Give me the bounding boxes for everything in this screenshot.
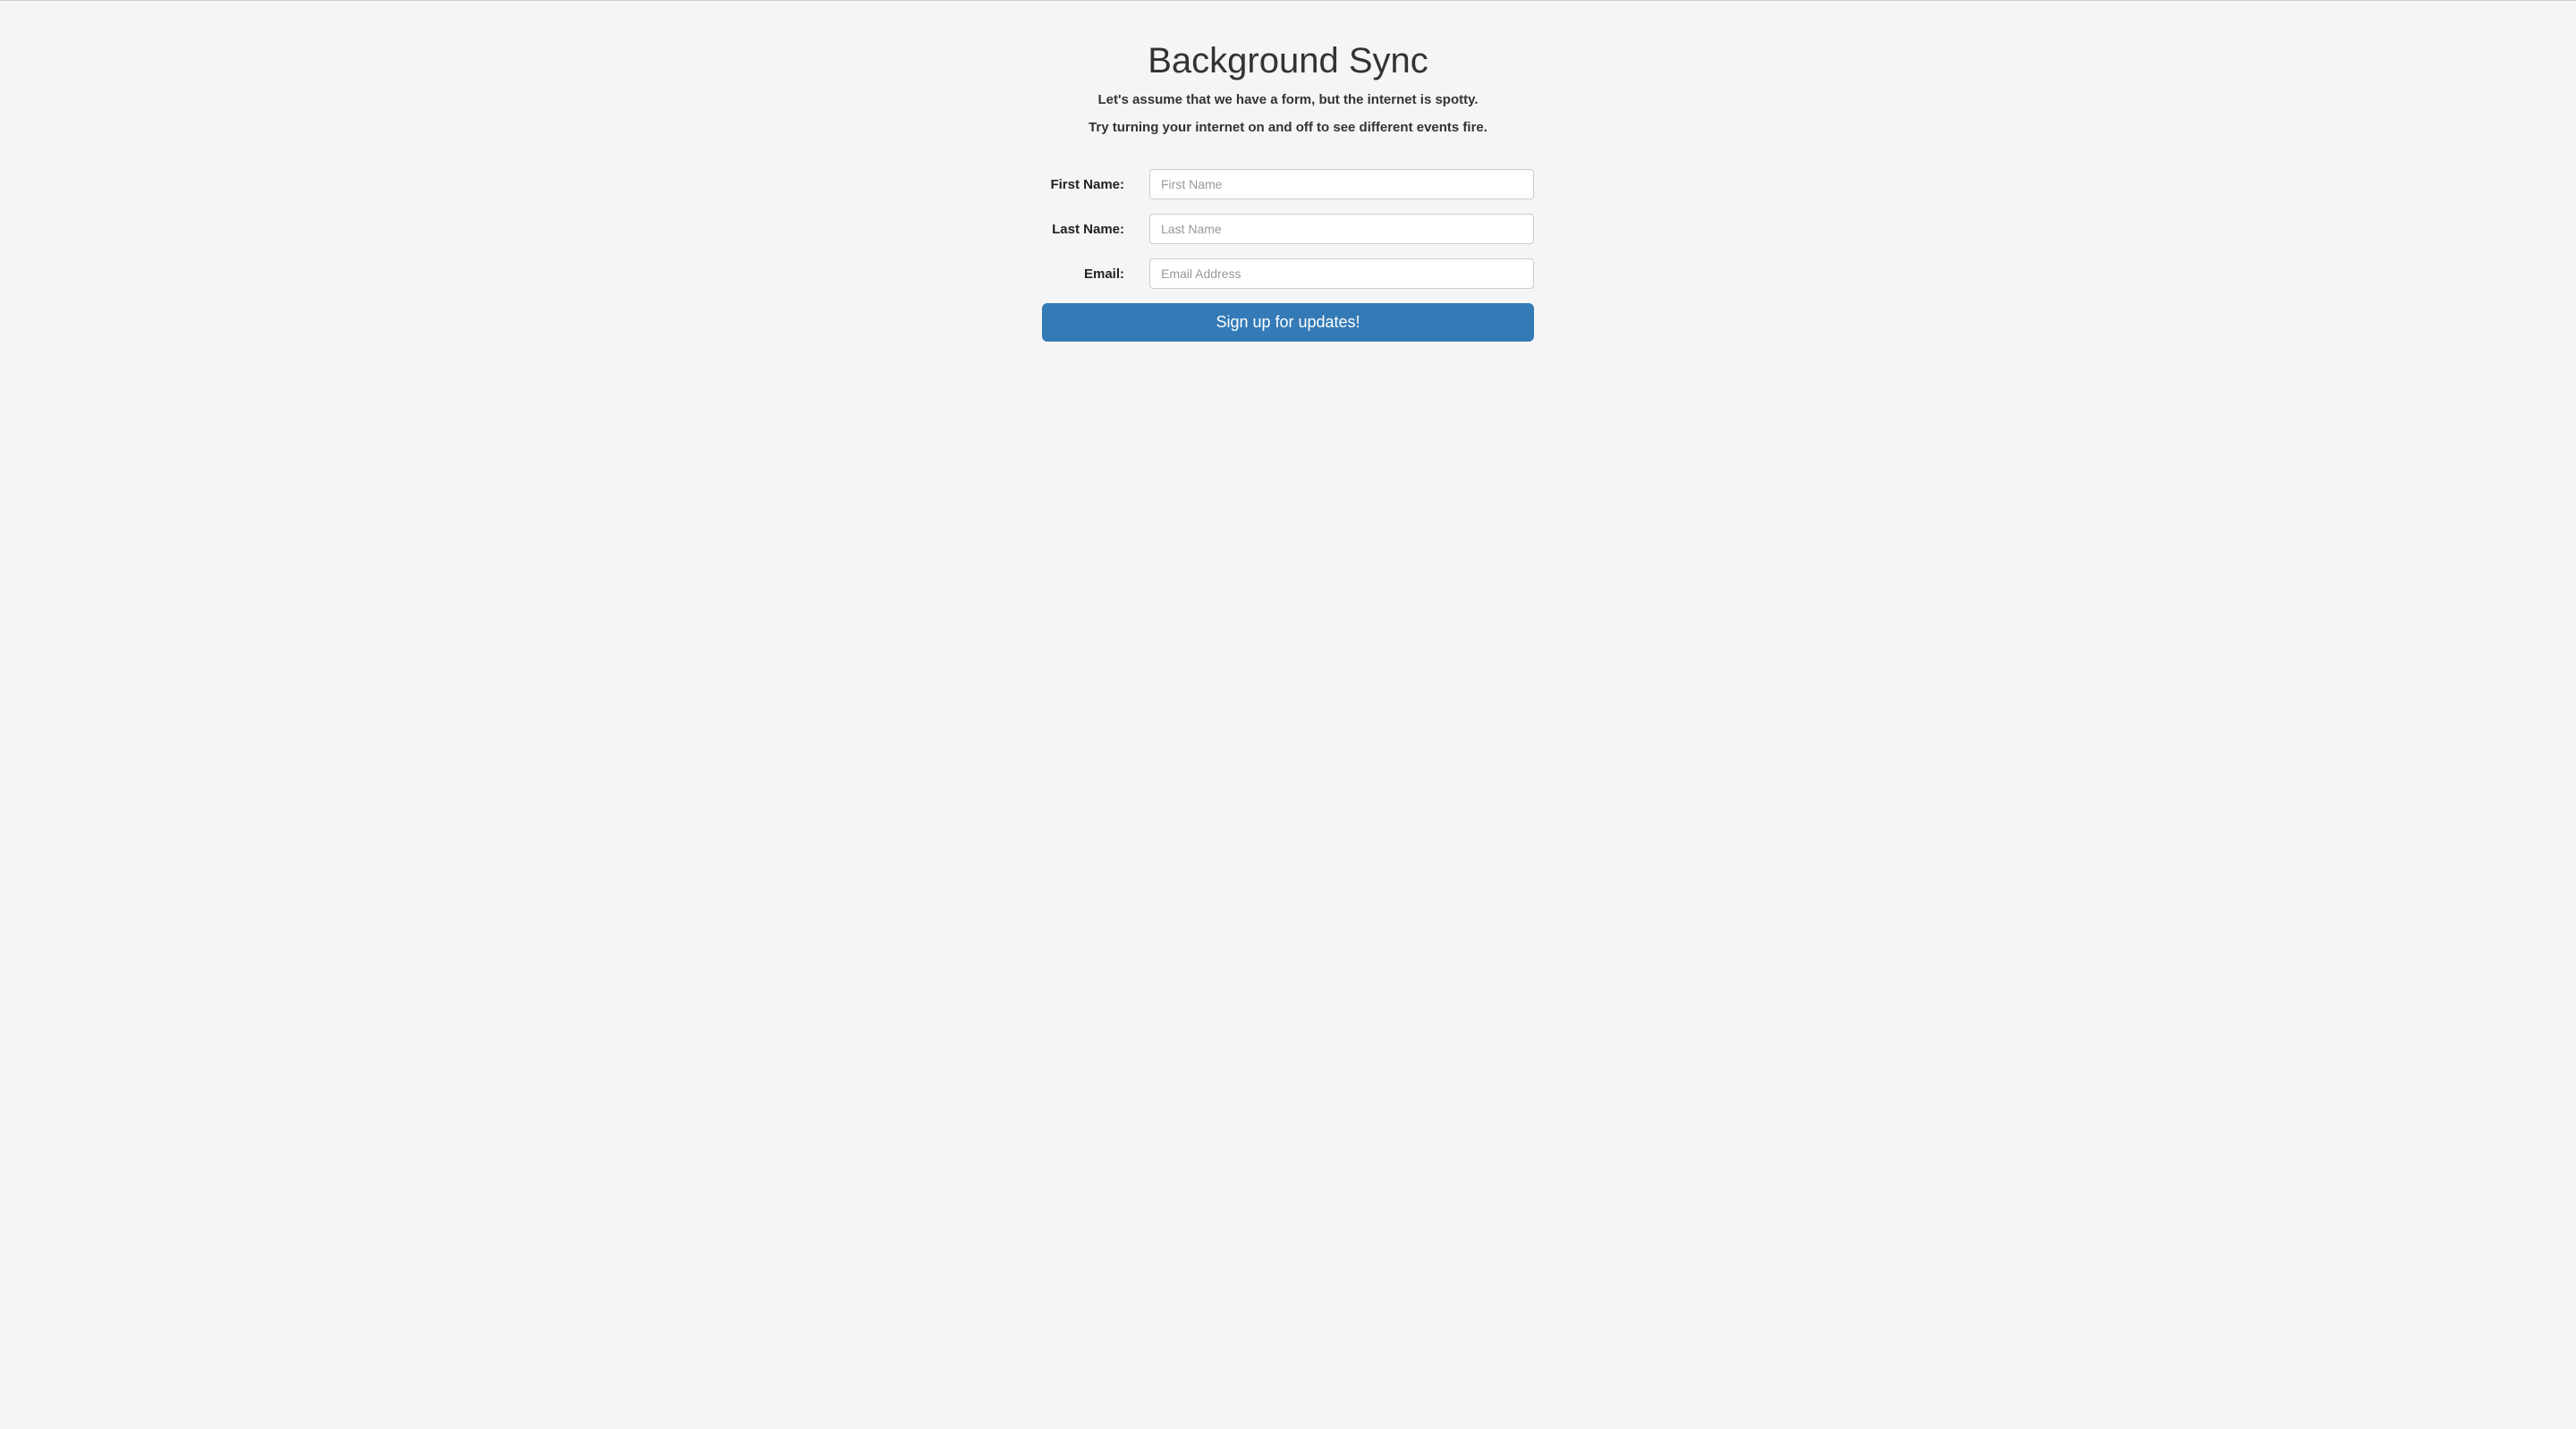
page-title: Background Sync (796, 41, 1780, 81)
signup-form: First Name: Last Name: Email: Sign up fo… (1042, 169, 1534, 342)
first-name-row: First Name: (1042, 169, 1534, 199)
subtitle-line-2: Try turning your internet on and off to … (796, 120, 1780, 135)
email-label: Email: (1042, 266, 1149, 282)
last-name-input[interactable] (1149, 214, 1534, 244)
email-input[interactable] (1149, 258, 1534, 289)
last-name-label: Last Name: (1042, 222, 1149, 237)
email-row: Email: (1042, 258, 1534, 289)
submit-button[interactable]: Sign up for updates! (1042, 303, 1534, 342)
last-name-row: Last Name: (1042, 214, 1534, 244)
main-container: Background Sync Let's assume that we hav… (796, 1, 1780, 342)
subtitle-line-1: Let's assume that we have a form, but th… (796, 92, 1780, 107)
first-name-input[interactable] (1149, 169, 1534, 199)
first-name-label: First Name: (1042, 177, 1149, 192)
